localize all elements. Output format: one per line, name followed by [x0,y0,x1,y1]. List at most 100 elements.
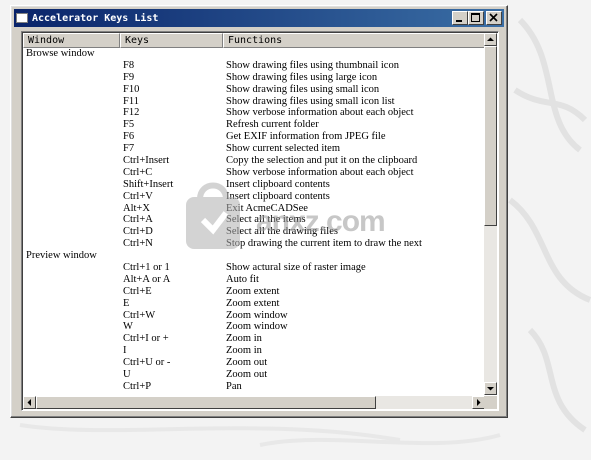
vertical-scroll-thumb[interactable] [484,46,497,226]
row-keys-cell: F10 [123,83,140,95]
row-function-cell: Zoom out [226,369,268,381]
row-window-cell [23,262,120,274]
row-window-cell [23,203,120,215]
row-keys-cell: F6 [123,131,135,143]
table-row[interactable]: F9 Show drawing files using large icon [23,72,485,84]
table-row[interactable]: Ctrl+U or - Zoom out [23,357,485,369]
row-window-cell [23,345,120,357]
table-row[interactable]: Ctrl+P Pan [23,381,485,393]
row-keys-cell: F12 [123,107,140,119]
row-window-cell: Preview window [26,250,97,262]
row-window-cell [23,131,120,143]
row-function-cell: Show current selected item [226,143,341,155]
row-function-cell: Show drawing files using large icon [226,71,378,83]
row-window-cell [23,119,120,131]
row-function-cell: Zoom in [226,345,262,357]
row-function-cell: Zoom out [226,357,268,369]
table-row[interactable]: Browse window [23,48,485,60]
title-bar[interactable]: Accelerator Keys List [14,9,504,27]
row-window-cell [23,179,120,191]
row-keys-cell: F7 [123,143,135,155]
row-window-cell [23,226,120,238]
row-window-cell [23,286,120,298]
table-row[interactable]: E Zoom extent [23,298,485,310]
row-window-cell [23,321,120,333]
row-function-cell: Zoom extent [226,285,280,297]
row-keys-cell: Alt+A or A [123,273,171,285]
table-row[interactable]: F11 Show drawing files using small icon l… [23,96,485,108]
row-window-cell: Browse window [26,48,95,59]
row-keys-cell: E [123,297,130,309]
row-window-cell [23,96,120,108]
table-row[interactable]: I Zoom in [23,345,485,357]
row-keys-cell: P [120,393,223,394]
column-header-keys[interactable]: Keys [120,33,223,48]
row-window-cell [23,357,120,369]
maximize-icon [471,13,480,22]
table-row[interactable]: Ctrl+W Zoom window [23,310,485,322]
row-window-cell [23,72,120,84]
row-function-cell: Zoom window [226,321,288,333]
watermark-text: anxz.com [256,205,386,238]
scroll-left-button[interactable] [23,396,36,409]
horizontal-scrollbar[interactable] [23,396,485,409]
close-button[interactable] [486,11,502,25]
row-keys-cell: I [123,345,127,357]
row-window-cell [23,369,120,381]
row-window-cell [23,214,120,226]
table-row[interactable]: F7 Show current selected item [23,143,485,155]
row-window-cell [23,274,120,286]
row-function-cell: Zoom extent [226,297,280,309]
row-function-cell: Get EXIF information from JPEG file [226,131,386,143]
row-function-cell: Pan [223,393,485,394]
row-keys-cell: Ctrl+I or + [123,333,169,345]
row-window-cell [23,298,120,310]
row-window-cell [23,333,120,345]
horizontal-scroll-thumb[interactable] [36,396,376,409]
vertical-scrollbar[interactable] [484,33,497,395]
row-function-cell: Zoom in [226,333,262,345]
table-row[interactable]: Ctrl+I or + Zoom in [23,333,485,345]
table-row[interactable]: Alt+A or A Auto fit [23,274,485,286]
table-row[interactable]: Ctrl+Insert Copy the selection and put it… [23,155,485,167]
row-function-cell [223,48,485,60]
row-keys-cell: Ctrl+W [123,309,156,321]
row-window-cell [23,60,120,72]
table-row[interactable]: F6 Get EXIF information from JPEG file [23,131,485,143]
row-function-cell: Show drawing files using small icon list [226,95,395,107]
table-row[interactable]: F8 Show drawing files using thumbnail ico… [23,60,485,72]
row-function-cell: Auto fit [226,273,259,285]
row-keys-cell [120,48,223,60]
row-function-cell: Show drawing files using thumbnail icon [226,59,399,71]
row-keys-cell: Ctrl+U or - [123,357,171,369]
table-row[interactable]: PPan [23,393,485,394]
row-window-cell [23,310,120,322]
column-header-functions[interactable]: Functions [223,33,485,48]
table-row[interactable]: F10 Show drawing files using small icon [23,84,485,96]
row-function-cell: Zoom window [226,309,288,321]
maximize-button[interactable] [468,11,484,25]
row-keys-cell: F8 [123,59,135,71]
table-row[interactable]: F5 Refresh current folder [23,119,485,131]
row-window-cell [23,84,120,96]
row-keys-cell: F11 [123,95,139,107]
row-function-cell: Show drawing files using small icon [226,83,380,95]
table-row[interactable]: U Zoom out [23,369,485,381]
row-window-cell [23,155,120,167]
minimize-button[interactable] [452,11,468,25]
table-row[interactable]: Ctrl+E Zoom extent [23,286,485,298]
list-header: Window Keys Functions [23,33,485,48]
row-keys-cell: Ctrl+E [123,285,152,297]
arrow-down-icon [487,387,494,391]
scroll-down-button[interactable] [484,382,497,395]
arrow-left-icon [27,399,31,406]
column-header-window[interactable]: Window [23,33,120,48]
scrollbar-corner [484,396,497,409]
table-row[interactable]: W Zoom window [23,321,485,333]
shopping-bag-logo-icon [186,182,240,249]
table-row[interactable]: F12 Show verbose information about each o… [23,107,485,119]
scroll-up-button[interactable] [484,33,497,46]
row-function-cell: Pan [226,380,242,392]
window-title: Accelerator Keys List [32,12,159,24]
row-keys-cell: Ctrl+P [123,380,152,392]
